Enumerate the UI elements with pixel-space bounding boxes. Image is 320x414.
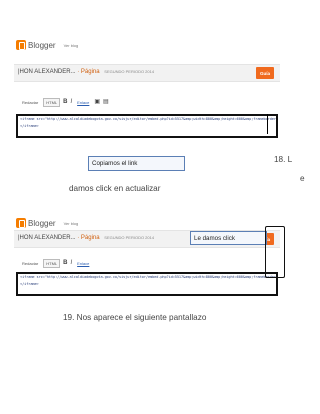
brand-name: Blogger (28, 218, 56, 228)
link-button[interactable]: Enlace (75, 99, 91, 106)
blogger-editor-screenshot-1: Blogger Ver blog |HON ALEXANDER... · Pág… (14, 34, 280, 154)
blogger-icon (16, 218, 26, 228)
blog-title: |HON ALEXANDER... · Página SEGUNDO PERIO… (18, 69, 155, 75)
video-icon[interactable]: ▤ (103, 99, 109, 105)
image-icon[interactable]: ▣ (94, 99, 100, 105)
highlight-arrow-frame (265, 226, 285, 278)
blogger-logo: Blogger Ver blog (16, 216, 78, 230)
blog-title: |HON ALEXANDER... · Página SEGUNDO PERIO… (18, 235, 155, 241)
code-line: </iframe> (20, 123, 39, 128)
divider-line (267, 114, 268, 134)
step-18-wrap: e (300, 174, 305, 183)
html-code-box[interactable]: <iframe src="http://www.alcaldiadebogota… (16, 272, 278, 296)
editor-toolbar: Redactar HTML B I Enlace ▣ ▤ (14, 97, 280, 107)
step-18-text: damos click en actualizar (69, 184, 161, 193)
brand-name: Blogger (28, 40, 56, 50)
publish-button[interactable]: Guía (256, 67, 274, 79)
step-19-text: 19. Nos aparece el siguiente pantallazo (63, 313, 207, 322)
html-code-box[interactable]: <iframe src="http://www.alcaldiadebogota… (16, 114, 278, 138)
tab-html[interactable]: HTML (43, 97, 61, 107)
step-18-number: 18. L (274, 155, 293, 164)
post-title-bar: |HON ALEXANDER... · Página SEGUNDO PERIO… (14, 64, 280, 82)
italic-icon[interactable]: I (70, 99, 72, 105)
tab-compose[interactable]: Redactar (20, 260, 40, 267)
blogger-icon (16, 40, 26, 50)
bold-icon[interactable]: B (63, 260, 67, 266)
link-button[interactable]: Enlace (75, 260, 91, 267)
click-here-callout: Le damos click (190, 231, 267, 245)
view-blog-link[interactable]: Ver blog (64, 221, 79, 226)
tab-html[interactable]: HTML (43, 258, 61, 268)
code-line: </iframe> (20, 281, 39, 286)
italic-icon[interactable]: I (70, 260, 72, 266)
blogger-editor-screenshot-2: Blogger Ver blog |HON ALEXANDER... · Pág… (14, 212, 280, 304)
copy-link-callout: Copiamos el link (88, 156, 185, 171)
tab-compose[interactable]: Redactar (20, 99, 40, 106)
bold-icon[interactable]: B (63, 99, 67, 105)
blogger-logo: Blogger Ver blog (16, 38, 78, 52)
editor-toolbar: Redactar HTML B I Enlace (14, 258, 280, 268)
view-blog-link[interactable]: Ver blog (64, 43, 79, 48)
